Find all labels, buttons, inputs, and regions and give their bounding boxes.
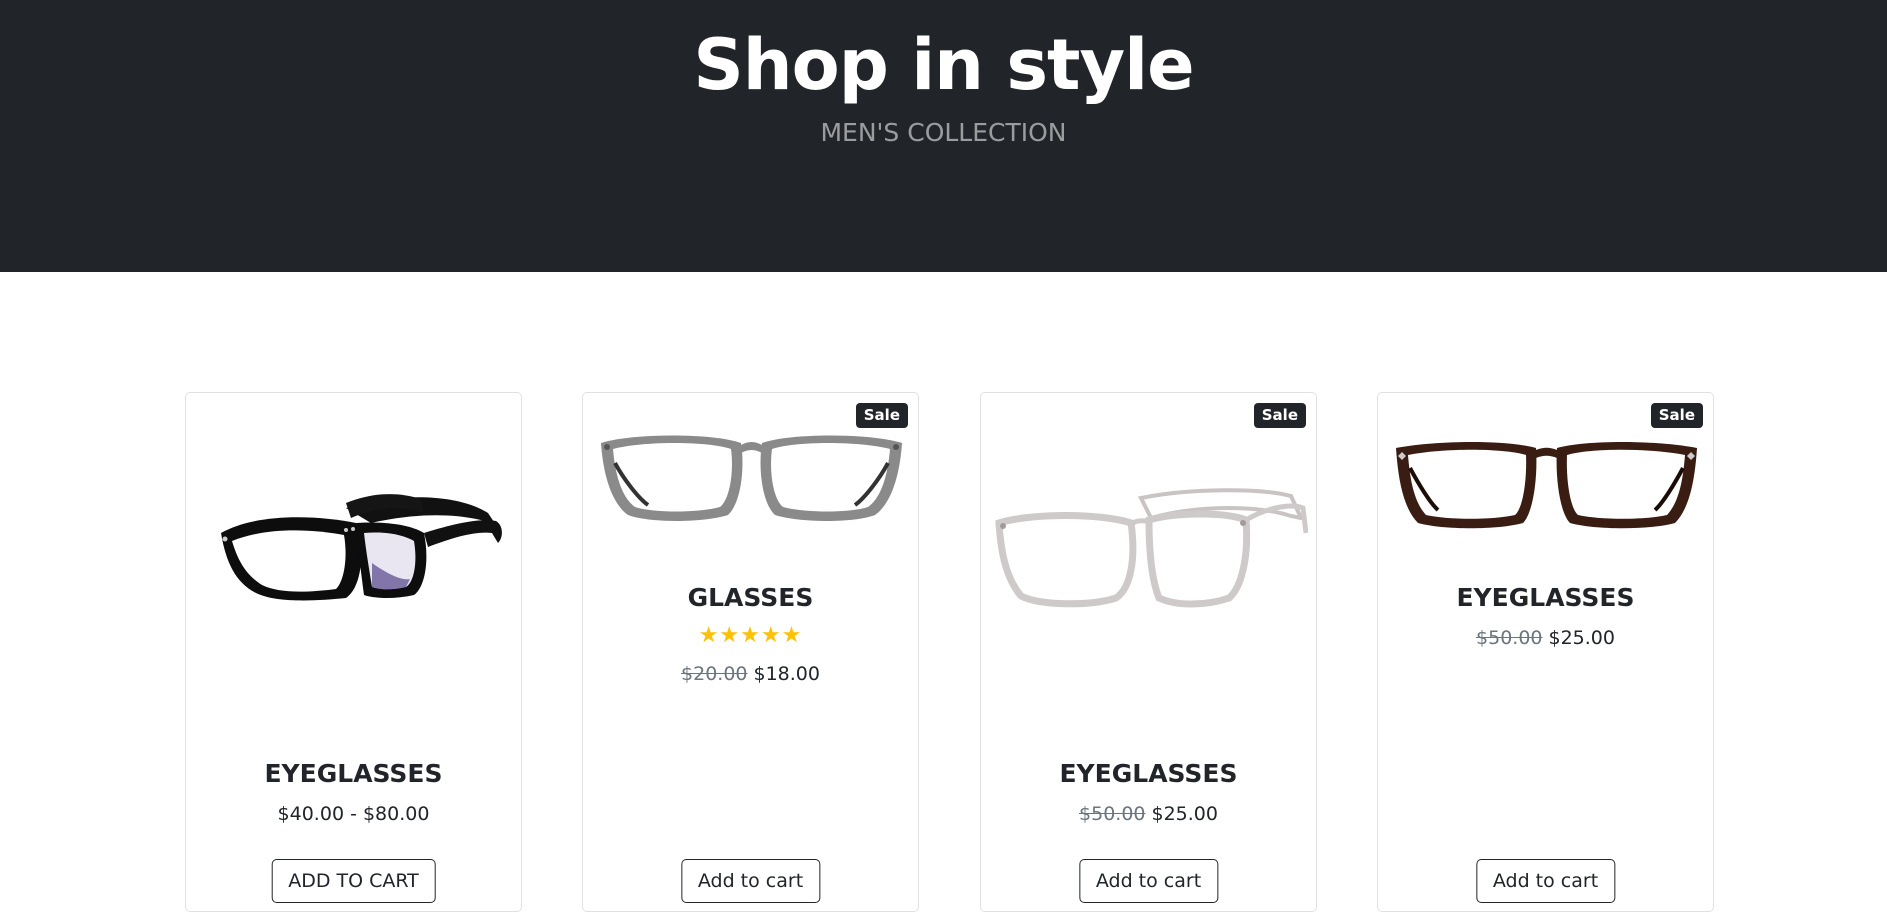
product-image[interactable]	[196, 463, 513, 613]
product-name: EYEGLASSES	[264, 759, 443, 788]
star-rating: ★★★★★	[698, 623, 803, 648]
sale-price: $25.00	[1548, 627, 1615, 649]
sale-badge: Sale	[1253, 403, 1306, 428]
product-image[interactable]	[1388, 438, 1705, 538]
product-card[interactable]: Sale GLASSES ★★★★★ $20.00 $18.00 Add to c…	[582, 392, 919, 912]
old-price: $50.00	[1476, 627, 1543, 649]
product-card[interactable]: Sale EYEGLASSES $50.00 $25.00 Add to cart	[1377, 392, 1714, 912]
product-card[interactable]: Sale EYEGLASSES $50.00 $25.00 Add to cart	[980, 392, 1317, 912]
price-line: $50.00 $25.00	[981, 803, 1316, 825]
hero-header: Shop in style MEN'S COLLECTION	[0, 0, 1887, 272]
old-price: $20.00	[681, 663, 748, 685]
price-range: $40.00 - $80.00	[277, 803, 430, 825]
add-to-cart-button[interactable]: Add to cart	[1078, 859, 1219, 903]
price-line: $50.00 $25.00	[1378, 627, 1713, 649]
product-image[interactable]	[991, 478, 1308, 628]
old-price: $50.00	[1079, 803, 1146, 825]
product-name: GLASSES	[687, 583, 814, 612]
page-subtitle: MEN'S COLLECTION	[820, 118, 1067, 147]
price-line: $20.00 $18.00	[583, 663, 918, 685]
sale-price: $25.00	[1151, 803, 1218, 825]
add-to-cart-button[interactable]: Add to cart	[1475, 859, 1616, 903]
add-to-cart-button[interactable]: ADD TO CART	[271, 859, 436, 903]
sale-badge: Sale	[1650, 403, 1703, 428]
product-name: EYEGLASSES	[1059, 759, 1238, 788]
product-image[interactable]	[593, 423, 910, 533]
product-name: EYEGLASSES	[1456, 583, 1635, 612]
add-to-cart-button[interactable]: Add to cart	[680, 859, 821, 903]
sale-price: $18.00	[753, 663, 820, 685]
product-card[interactable]: EYEGLASSES $40.00 - $80.00 ADD TO CART	[185, 392, 522, 912]
page-title: Shop in style	[693, 24, 1194, 106]
